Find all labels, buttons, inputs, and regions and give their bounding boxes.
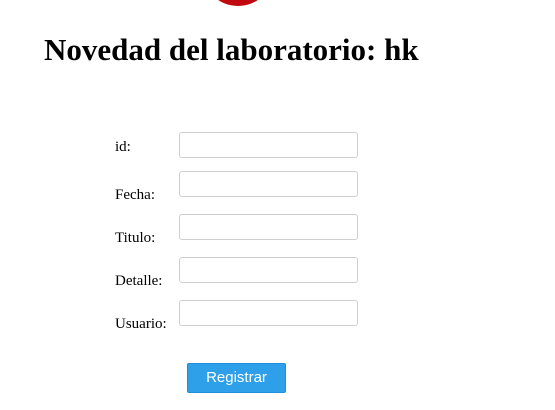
detalle-field[interactable] (179, 257, 358, 283)
page-title: Novedad del laboratorio: hk (44, 32, 419, 67)
logo (202, 0, 274, 6)
id-field[interactable] (179, 132, 358, 158)
page: Novedad del laboratorio: hk id: Fecha: T… (0, 0, 555, 410)
titulo-field[interactable] (179, 214, 358, 240)
id-label: id: (115, 139, 131, 155)
usuario-field[interactable] (179, 300, 358, 326)
usuario-label: Usuario: (115, 316, 167, 332)
registrar-button[interactable]: Registrar (187, 363, 286, 393)
fecha-field[interactable] (179, 171, 358, 197)
titulo-label: Titulo: (115, 230, 156, 246)
detalle-label: Detalle: (115, 273, 163, 289)
fecha-label: Fecha: (115, 187, 155, 203)
